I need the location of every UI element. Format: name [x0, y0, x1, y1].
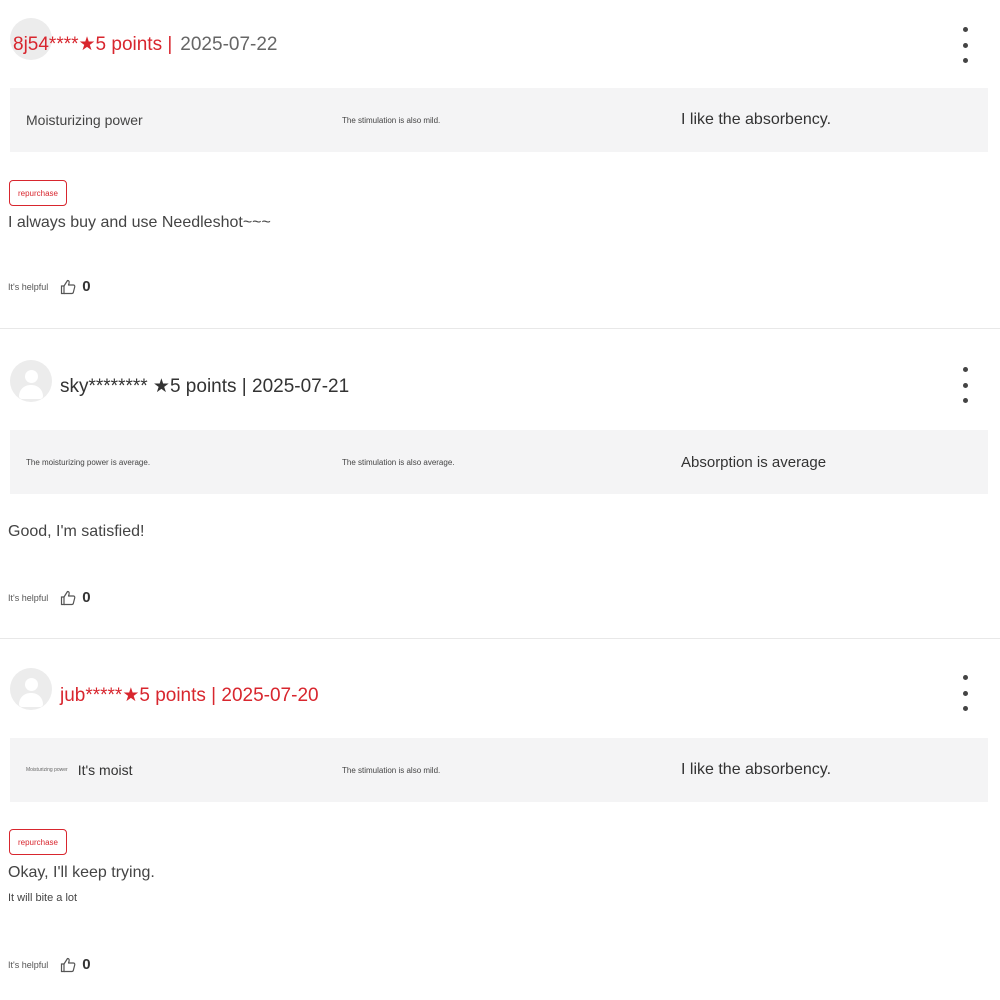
review-author: jub*****★5 points | 2025-07-20: [60, 684, 319, 707]
repurchase-badge: repurchase: [9, 180, 67, 206]
review-content: Okay, I'll keep trying.: [8, 864, 155, 881]
helpful-label: It's helpful: [8, 592, 49, 603]
more-options-button[interactable]: [958, 367, 972, 403]
more-vertical-icon: [962, 675, 968, 680]
attribute-absorption: I like the absorbency.: [681, 761, 832, 778]
thumbs-up-icon[interactable]: [60, 590, 76, 606]
review-author: sky******** ★5 points | 2025-07-21: [60, 375, 349, 398]
attribute-absorption: Absorption is average: [681, 453, 827, 471]
helpful-count: 0: [82, 956, 91, 973]
attribute-moisturizing: The moisturizing power is average.: [26, 457, 151, 467]
attribute-moisturizing-label: Moisturizing power: [26, 767, 68, 773]
user-avatar-icon: [25, 370, 38, 383]
review-author-name: jub*****★5 points | 2025-07-20: [60, 685, 319, 706]
more-vertical-icon: [962, 27, 968, 32]
review-author: 8j54****★5 points | 2025-07-22: [13, 33, 278, 56]
helpful-row: It's helpful 0: [8, 956, 91, 973]
review-divider: [0, 638, 1000, 639]
avatar[interactable]: [10, 360, 52, 402]
more-vertical-icon: [962, 367, 968, 372]
review-author-name: 8j54****★5 points |: [13, 34, 173, 55]
repurchase-badge: repurchase: [9, 829, 67, 855]
helpful-label: It's helpful: [8, 959, 49, 970]
more-options-button[interactable]: [958, 675, 972, 711]
attribute-stimulation: The stimulation is also average.: [342, 457, 455, 467]
user-avatar-icon: [25, 678, 38, 691]
helpful-count: 0: [82, 278, 91, 295]
more-options-button[interactable]: [958, 27, 972, 63]
review-attributes: The moisturizing power is average. The s…: [10, 430, 988, 494]
helpful-label: It's helpful: [8, 281, 49, 292]
thumbs-up-icon[interactable]: [60, 279, 76, 295]
avatar[interactable]: [10, 668, 52, 710]
review-attributes: Moisturizing power The stimulation is al…: [10, 88, 988, 152]
attribute-moisturizing-value: It's moist: [77, 762, 133, 778]
review-attributes: Moisturizing power It's moist The stimul…: [10, 738, 988, 802]
review-subtext: It will bite a lot: [8, 892, 78, 904]
review-content: I always buy and use Needleshot~~~: [8, 214, 271, 231]
review-content: Good, I'm satisfied!: [8, 523, 145, 540]
review-divider: [0, 328, 1000, 329]
attribute-stimulation: The stimulation is also mild.: [342, 765, 441, 775]
thumbs-up-icon[interactable]: [60, 957, 76, 973]
attribute-stimulation: The stimulation is also mild.: [342, 115, 441, 125]
helpful-row: It's helpful 0: [8, 589, 91, 606]
helpful-row: It's helpful 0: [8, 278, 91, 295]
attribute-moisturizing: Moisturizing power It's moist: [26, 738, 132, 802]
helpful-count: 0: [82, 589, 91, 606]
attribute-absorption: I like the absorbency.: [681, 111, 832, 128]
review-date: 2025-07-22: [180, 34, 278, 55]
attribute-moisturizing: Moisturizing power: [26, 112, 143, 128]
review-author-name: sky******** ★5 points | 2025-07-21: [60, 376, 350, 397]
